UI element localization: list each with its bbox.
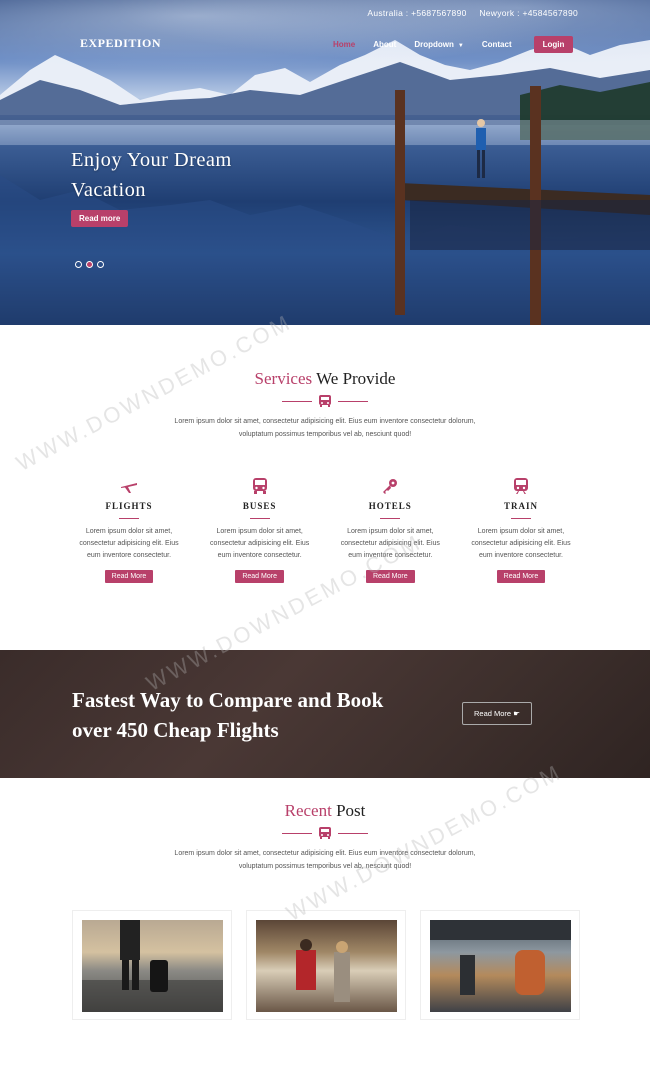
service-text-line: Lorem ipsum dolor sit amet,	[347, 528, 434, 535]
service-text: Lorem ipsum dolor sit amet, consectetur a…	[457, 526, 585, 562]
recent-posts-list	[72, 910, 580, 1020]
key-icon	[383, 479, 398, 494]
service-card: TRAIN Lorem ipsum dolor sit amet, consect…	[457, 475, 585, 583]
nav-dropdown[interactable]: Dropdown ▼	[414, 40, 464, 49]
cta-title-line2: over 450 Cheap Flights	[72, 718, 279, 742]
service-text-line: consectetur adipisicing elit. Eius	[210, 540, 310, 547]
post-image-traveler[interactable]	[82, 920, 223, 1012]
service-text: Lorem ipsum dolor sit amet, consectetur a…	[326, 526, 454, 562]
phone-australia: Australia : +5687567890	[367, 8, 467, 18]
slider-dot-1[interactable]	[75, 261, 82, 268]
recent-title-accent: Recent	[284, 801, 332, 820]
nav-dropdown-label: Dropdown	[414, 40, 454, 49]
recent-heading: Recent Post Lorem ipsum dolor sit amet, …	[0, 801, 650, 873]
services-heading: Services We Provide Lorem ipsum dolor si…	[0, 369, 650, 441]
service-text-line: eum inventore consectetur.	[478, 552, 563, 559]
services-list: FLIGHTS Lorem ipsum dolor sit amet, conse…	[65, 475, 585, 583]
post-card[interactable]	[72, 910, 232, 1020]
services-title-accent: Services	[254, 369, 313, 388]
post-image-terminal[interactable]	[430, 920, 571, 1012]
hero-title-line1: Enjoy Your Dream	[71, 149, 232, 171]
nav-home[interactable]: Home	[333, 40, 355, 49]
service-card: HOTELS Lorem ipsum dolor sit amet, consec…	[326, 475, 454, 583]
cta-title: Fastest Way to Compare and Book over 450…	[72, 685, 383, 745]
hero-title: Enjoy Your Dream Vacation	[71, 145, 232, 205]
recent-title-rest: Post	[331, 801, 366, 820]
service-card: BUSES Lorem ipsum dolor sit amet, consect…	[196, 475, 324, 583]
post-image-airport[interactable]	[256, 920, 397, 1012]
brand-logo[interactable]: EXPEDITION	[80, 36, 161, 51]
nav-contact[interactable]: Contact	[482, 40, 512, 49]
post-card[interactable]	[246, 910, 406, 1020]
service-card: FLIGHTS Lorem ipsum dolor sit amet, conse…	[65, 475, 193, 583]
hand-pointer-icon: ☛	[513, 709, 520, 718]
service-name: HOTELS	[368, 501, 412, 511]
service-read-more-button[interactable]: Read More	[365, 570, 415, 583]
slider-dot-2[interactable]	[86, 261, 93, 268]
traveler-figure	[82, 920, 223, 1012]
service-text-line: Lorem ipsum dolor sit amet,	[477, 528, 565, 535]
recent-description: Lorem ipsum dolor sit amet, consectetur …	[0, 847, 650, 873]
recent-divider	[0, 827, 650, 839]
hero-read-more-button[interactable]: Read more	[71, 210, 129, 227]
service-read-more-button[interactable]: Read More	[235, 570, 284, 583]
service-text-line: eum inventore consectetur.	[86, 552, 172, 559]
terminal-scene	[430, 920, 571, 995]
cta-read-more-button[interactable]: Read More ☛	[462, 702, 532, 725]
service-text: Lorem ipsum dolor sit amet, consectetur a…	[65, 526, 193, 562]
service-text: Lorem ipsum dolor sit amet, consectetur a…	[196, 526, 324, 562]
service-text-line: eum inventore consectetur.	[217, 552, 302, 559]
bus-icon	[319, 827, 331, 839]
cta-title-line1: Fastest Way to Compare and Book	[72, 688, 384, 712]
service-text-line: consectetur adipisicing elit. Eius	[79, 540, 179, 547]
bus-icon	[319, 395, 331, 407]
contact-topbar: Australia : +5687567890 Newyork : +45845…	[357, 8, 578, 18]
services-title-rest: We Provide	[312, 369, 396, 388]
recent-title: Recent Post	[0, 801, 650, 821]
recent-desc-line1: Lorem ipsum dolor sit amet, consectetur …	[174, 850, 476, 857]
services-desc-line2: voluptatum possimus temporibus vel ab, n…	[238, 431, 412, 438]
service-text-line: Lorem ipsum dolor sit amet,	[216, 528, 303, 535]
services-title: Services We Provide	[0, 369, 650, 389]
airport-people	[296, 939, 350, 1002]
service-text-line: eum inventore consectetur.	[348, 552, 433, 559]
services-desc-line1: Lorem ipsum dolor sit amet, consectetur …	[174, 418, 476, 425]
main-nav: Home About Dropdown ▼ Contact Login	[333, 36, 574, 53]
caret-down-icon: ▼	[457, 43, 464, 49]
service-read-more-button[interactable]: Read More	[104, 570, 154, 583]
service-text-line: Lorem ipsum dolor sit amet,	[85, 528, 173, 535]
service-read-more-button[interactable]: Read More	[496, 570, 546, 583]
cta-button-label: Read More	[474, 709, 512, 718]
slider-dots	[75, 261, 108, 268]
service-name: TRAIN	[503, 501, 538, 511]
service-text-line: consectetur adipisicing elit. Eius	[340, 540, 440, 547]
nav-about[interactable]: About	[373, 40, 396, 49]
bus-icon	[252, 478, 267, 494]
train-icon	[513, 478, 528, 494]
service-name: BUSES	[242, 501, 277, 511]
service-text-line: consectetur adipisicing elit. Eius	[471, 540, 571, 547]
slider-dot-3[interactable]	[97, 261, 104, 268]
hero-title-line2: Vacation	[71, 179, 146, 201]
plane-icon	[121, 483, 137, 493]
post-card[interactable]	[420, 910, 580, 1020]
services-description: Lorem ipsum dolor sit amet, consectetur …	[0, 415, 650, 441]
services-divider	[0, 395, 650, 407]
login-button[interactable]: Login	[533, 36, 574, 53]
recent-desc-line2: voluptatum possimus temporibus vel ab, n…	[238, 863, 412, 870]
service-name: FLIGHTS	[105, 501, 153, 511]
phone-newyork: Newyork : +4584567890	[479, 8, 578, 18]
